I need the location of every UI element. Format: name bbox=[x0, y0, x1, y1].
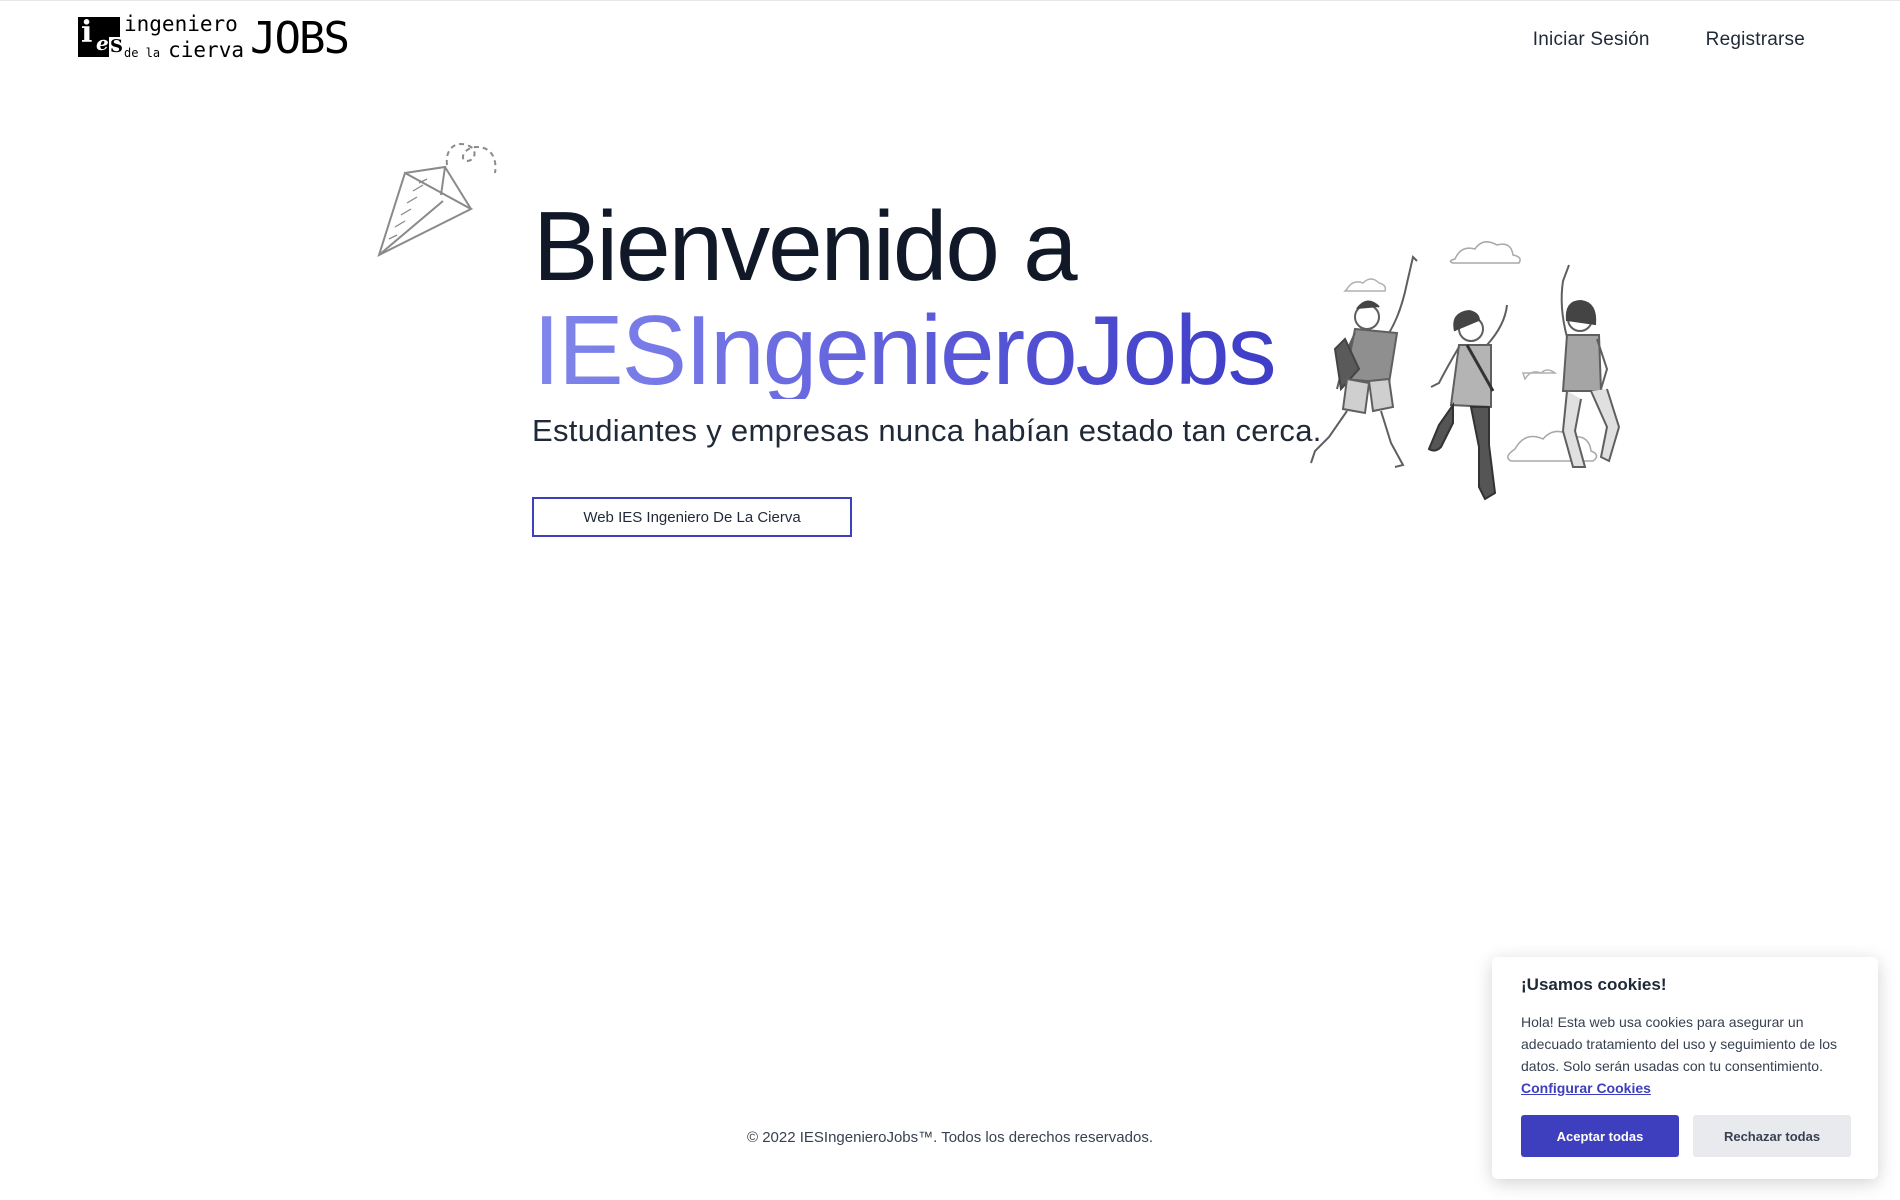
accept-all-cookies-button[interactable]: Aceptar todas bbox=[1521, 1115, 1679, 1157]
cookie-description: Hola! Esta web usa cookies para asegurar… bbox=[1521, 1014, 1837, 1074]
cookie-actions: Aceptar todas Rechazar todas bbox=[1521, 1115, 1851, 1157]
logo-jobs: JOBS bbox=[249, 13, 350, 64]
logo-line-de-la: de la bbox=[124, 46, 161, 60]
hero-title: Bienvenido a bbox=[533, 191, 1078, 301]
cookie-title: ¡Usamos cookies! bbox=[1521, 975, 1667, 994]
hero-brand-title: IESIngenieroJobs bbox=[533, 295, 1277, 405]
page: i e S ingeniero de la cierva JOBS Inicia… bbox=[0, 0, 1900, 1200]
configure-cookies-link[interactable]: Configurar Cookies bbox=[1521, 1080, 1651, 1096]
top-nav: Iniciar Sesión Registrarse bbox=[1533, 29, 1805, 51]
paper-plane-icon bbox=[377, 143, 497, 257]
site-logo[interactable]: i e S ingeniero de la cierva JOBS bbox=[78, 12, 350, 64]
logo-line-ingeniero: ingeniero bbox=[124, 12, 238, 36]
hero-subtitle: Estudiantes y empresas nunca habían esta… bbox=[532, 413, 1322, 448]
cookie-banner: ¡Usamos cookies! Hola! Esta web usa cook… bbox=[1492, 957, 1878, 1179]
reject-all-cookies-button[interactable]: Rechazar todas bbox=[1693, 1115, 1851, 1157]
school-website-button[interactable]: Web IES Ingeniero De La Cierva bbox=[532, 497, 852, 537]
register-link[interactable]: Registrarse bbox=[1706, 29, 1805, 51]
logo-wordmark: ingeniero de la cierva bbox=[124, 12, 244, 62]
cookie-text: Hola! Esta web usa cookies para asegurar… bbox=[1521, 1011, 1849, 1099]
ies-logo-mark: i e S bbox=[78, 15, 124, 57]
logo-line-cierva: cierva bbox=[168, 38, 244, 62]
jumping-students-illustration bbox=[1310, 241, 1621, 501]
login-link[interactable]: Iniciar Sesión bbox=[1533, 29, 1650, 51]
